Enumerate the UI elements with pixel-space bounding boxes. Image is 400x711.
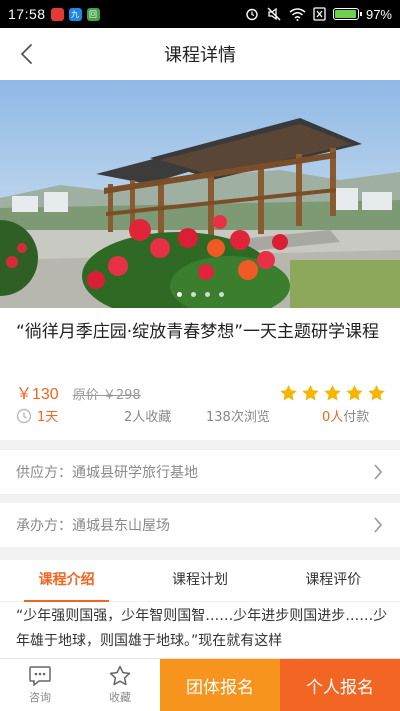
- battery-icon: [332, 8, 362, 20]
- chat-icon: [29, 666, 51, 687]
- back-icon[interactable]: [14, 40, 42, 68]
- course-intro-text: “少年强则国强，少年智则国智……少年进步则国进步……少年雄于地球，则国雄于地球。…: [16, 608, 388, 649]
- course-banner-image[interactable]: [0, 80, 400, 308]
- banner-pagination[interactable]: [0, 292, 400, 297]
- personal-signup-button[interactable]: 个人报名: [280, 659, 400, 711]
- banner-dot[interactable]: [176, 292, 182, 297]
- duration-value: 1天: [37, 410, 59, 425]
- section-divider: [0, 440, 400, 450]
- views-count: 138次浏览: [206, 410, 270, 425]
- notification-app-icon: 回: [86, 7, 100, 21]
- consult-button[interactable]: 咨询: [0, 659, 80, 711]
- battery-percent: 97%: [365, 6, 392, 22]
- consult-label: 咨询: [29, 691, 51, 704]
- banner-illustration: [0, 80, 400, 308]
- chevron-right-icon: [374, 517, 383, 533]
- paid-count-label: 付款: [343, 410, 370, 425]
- rating-stars: [279, 384, 386, 403]
- no-sim-icon: [313, 7, 326, 21]
- paid-count: 0人付款: [322, 406, 369, 425]
- star-icon: [280, 384, 297, 401]
- supplier-label: 供应方：通城县研学旅行基地: [16, 465, 198, 481]
- star-outline-icon: [109, 665, 131, 686]
- clock-icon: [16, 408, 32, 423]
- star-icon: [346, 384, 363, 401]
- paid-count-number: 0人: [322, 410, 344, 425]
- supplier-row[interactable]: 供应方：通城县研学旅行基地: [0, 450, 400, 494]
- organizer-label: 承办方：通城县东山屋场: [16, 518, 170, 534]
- chevron-right-icon: [374, 464, 383, 480]
- banner-dot[interactable]: [204, 292, 210, 297]
- banner-dot[interactable]: [190, 292, 196, 297]
- wifi-icon: [289, 7, 306, 21]
- alarm-icon: [246, 8, 258, 21]
- group-signup-button[interactable]: 团体报名: [160, 659, 280, 711]
- notification-app-icon: 九: [68, 7, 82, 21]
- price-row: ￥130 原价 ￥298: [16, 380, 386, 404]
- page-title: 课程详情: [164, 45, 236, 66]
- star-icon: [324, 384, 341, 401]
- course-stats: 1天 2人收藏 138次浏览 0人付款: [16, 406, 386, 426]
- banner-dot[interactable]: [218, 292, 224, 297]
- bottom-action-bar: 咨询 收藏 团体报名 个人报名: [0, 658, 400, 711]
- original-price: 原价 ￥298: [72, 388, 141, 403]
- star-icon: [302, 384, 319, 401]
- course-tabs: 课程介绍 课程计划 课程评价: [0, 560, 400, 602]
- organizer-row[interactable]: 承办方：通城县东山屋场: [0, 503, 400, 547]
- section-divider: [0, 547, 400, 560]
- favorite-label: 收藏: [109, 691, 131, 704]
- course-price: ￥130: [16, 386, 59, 403]
- tab-course-plan[interactable]: 课程计划: [133, 560, 266, 601]
- section-divider: [0, 494, 400, 503]
- tab-course-reviews[interactable]: 课程评价: [267, 560, 400, 601]
- notification-app-icon: [50, 7, 64, 21]
- course-title: “徜徉月季庄园·绽放青春梦想”一天主题研学课程: [16, 322, 380, 342]
- page-header: 课程详情: [0, 28, 400, 80]
- tab-course-intro[interactable]: 课程介绍: [0, 560, 133, 602]
- status-time: 17:58: [8, 6, 46, 22]
- favorite-button[interactable]: 收藏: [80, 659, 160, 711]
- star-icon: [368, 384, 385, 401]
- mute-icon: [267, 7, 281, 21]
- status-bar: 17:58 九 回 97%: [0, 0, 400, 28]
- duration: 1天: [16, 406, 58, 425]
- favorites-count: 2人收藏: [124, 410, 172, 425]
